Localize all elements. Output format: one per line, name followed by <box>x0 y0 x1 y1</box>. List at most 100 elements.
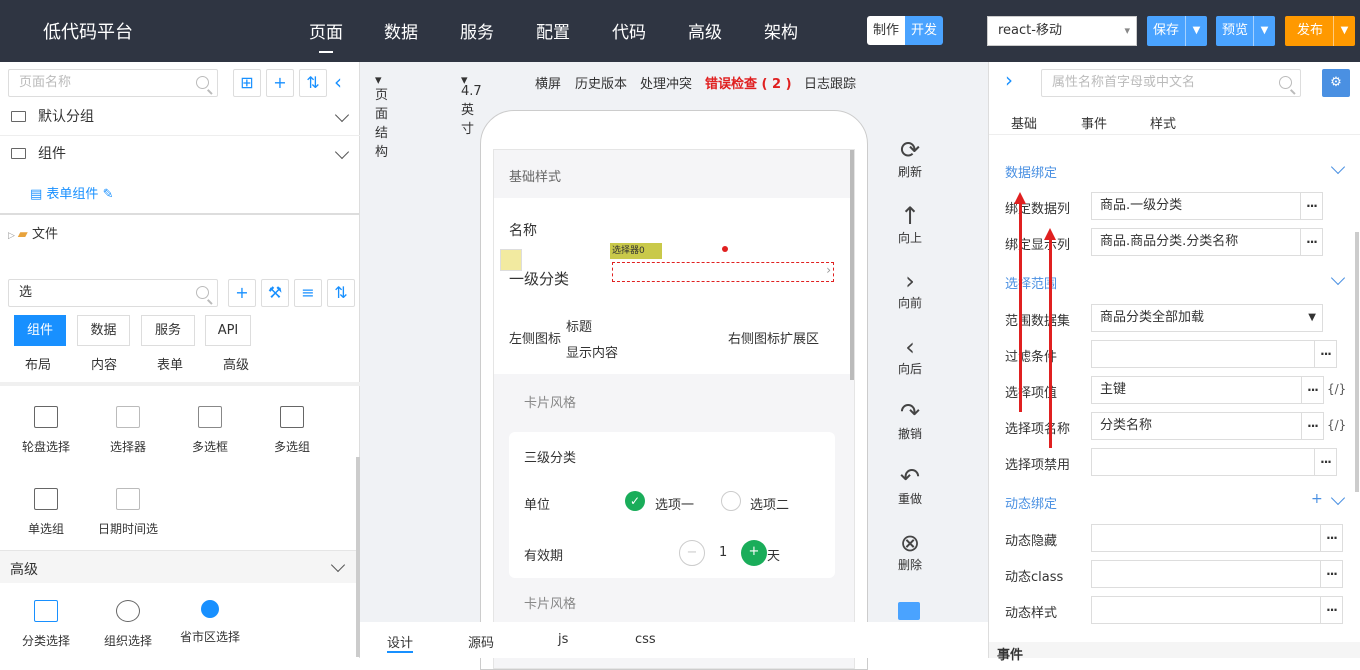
landscape-button[interactable]: 横屏 <box>535 73 561 92</box>
screen-size[interactable]: 4.7 英寸 ▾ <box>461 73 482 137</box>
dropdown-icon[interactable]: ▼ <box>1185 16 1207 46</box>
comp-checkbox[interactable]: 多选框 <box>172 406 248 455</box>
dyn-hide-field[interactable]: ... <box>1091 524 1343 552</box>
picker-tag[interactable]: 选择器0 <box>610 243 662 259</box>
more-icon[interactable]: ... <box>1320 561 1342 587</box>
redo-tool[interactable]: ↶ 重做 <box>890 464 930 507</box>
refresh-tool[interactable]: ⟳ 刷新 <box>890 137 930 180</box>
log-button[interactable]: 日志跟踪 <box>804 73 856 92</box>
edit-icon[interactable]: ✎ <box>98 187 114 202</box>
advanced-header[interactable]: 高级 <box>0 550 360 583</box>
group-default[interactable]: 默认分组 <box>0 99 360 136</box>
conflict-button[interactable]: 处理冲突 <box>640 73 692 92</box>
more-icon[interactable]: ... <box>1301 413 1323 439</box>
image-icon[interactable] <box>898 602 920 620</box>
item-name-field[interactable]: 分类名称... <box>1091 412 1324 440</box>
radio-unchecked-icon[interactable] <box>721 491 741 511</box>
file-tree-item[interactable]: ▷ ▰ 文件 <box>8 223 58 242</box>
group-components[interactable]: 组件 <box>0 136 360 173</box>
item-value-field[interactable]: 主键... <box>1091 376 1324 404</box>
save-button[interactable]: 保存 ▼ <box>1147 16 1207 46</box>
more-icon[interactable]: ... <box>1314 449 1336 475</box>
comp-datetime[interactable]: 日期时间选 <box>90 488 166 537</box>
preview-button[interactable]: 预览 ▼ <box>1216 16 1275 46</box>
cat-form[interactable]: 表单 <box>157 354 183 373</box>
minus-icon[interactable]: − <box>679 540 705 566</box>
show-col-field[interactable]: 商品.商品分类.分类名称... <box>1091 228 1323 256</box>
more-icon[interactable]: ... <box>1314 341 1336 367</box>
tab-events[interactable]: 事件 <box>1081 113 1107 132</box>
tab-css[interactable]: css <box>635 632 656 647</box>
list-sort-icon[interactable]: ≡ <box>294 279 322 307</box>
mode-dev[interactable]: 开发 <box>905 16 944 45</box>
selected-picker[interactable]: › <box>612 262 834 282</box>
item-disabled-field[interactable]: ... <box>1091 448 1337 476</box>
comp-radio-group[interactable]: 单选组 <box>8 488 84 537</box>
back-tool[interactable]: ‹ 向后 <box>890 334 930 377</box>
tab-services[interactable]: 服务 <box>141 315 195 346</box>
comp-org-select[interactable]: 组织选择 <box>90 600 166 649</box>
filter-field[interactable]: ... <box>1091 340 1337 368</box>
comp-wheel-select[interactable]: 轮盘选择 <box>8 406 84 455</box>
radio-checked-icon[interactable]: ✓ <box>625 491 645 511</box>
bind-col-field[interactable]: 商品.一级分类... <box>1091 192 1323 220</box>
tab-source[interactable]: 源码 <box>468 632 494 651</box>
chevron-down-icon[interactable] <box>1330 270 1346 286</box>
dropdown-icon[interactable]: ▼ <box>1333 16 1355 46</box>
add-component-icon[interactable]: + <box>228 279 256 307</box>
nav-code[interactable]: 代码 <box>612 18 646 43</box>
comp-category-select[interactable]: 分类选择 <box>8 600 84 649</box>
tab-styles[interactable]: 样式 <box>1150 113 1176 132</box>
cat-advanced[interactable]: 高级 <box>223 354 249 373</box>
publish-button[interactable]: 发布 ▼ <box>1285 16 1355 46</box>
dyn-style-field[interactable]: ... <box>1091 596 1343 624</box>
scrollbar[interactable] <box>850 150 854 380</box>
nav-service[interactable]: 服务 <box>460 18 494 43</box>
cat-content[interactable]: 内容 <box>91 354 117 373</box>
mode-make[interactable]: 制作 <box>867 16 906 45</box>
range-ds-select[interactable]: 商品分类全部加载 ▼ <box>1091 304 1323 332</box>
cat-layout[interactable]: 布局 <box>25 354 51 373</box>
more-icon[interactable]: ... <box>1320 597 1342 623</box>
comp-region-select[interactable]: 省市区选择 <box>172 600 248 645</box>
add-folder-icon[interactable]: ⊞ <box>233 69 261 97</box>
nav-advanced[interactable]: 高级 <box>688 18 722 43</box>
forward-tool[interactable]: › 向前 <box>890 268 930 311</box>
nav-architecture[interactable]: 架构 <box>764 18 798 43</box>
up-tool[interactable]: ↑ 向上 <box>890 203 930 246</box>
gear-icon[interactable]: ⚙ <box>1322 69 1350 97</box>
resize-handle[interactable] <box>722 246 728 252</box>
undo-tool[interactable]: ↷ 撤销 <box>890 399 930 442</box>
delete-tool[interactable]: ⊗ 删除 <box>890 530 930 573</box>
form-component-item[interactable]: ▤ 表单组件 ✎ <box>30 183 113 202</box>
expression-icon[interactable]: {/} <box>1327 418 1346 432</box>
tab-api[interactable]: API <box>205 315 251 346</box>
tab-components[interactable]: 组件 <box>14 315 66 346</box>
scrollbar[interactable] <box>1355 232 1359 492</box>
nav-config[interactable]: 配置 <box>536 18 570 43</box>
tab-design[interactable]: 设计 <box>387 632 414 653</box>
component-search-input[interactable]: 选 <box>8 279 218 307</box>
more-icon[interactable]: ... <box>1300 229 1322 255</box>
tab-js[interactable]: js <box>558 632 568 647</box>
more-icon[interactable]: ... <box>1300 193 1322 219</box>
target-select[interactable]: react-移动 ▾ <box>987 16 1137 46</box>
mode-toggle[interactable]: 制作 开发 <box>867 16 944 45</box>
collapse-left-icon[interactable]: ‹ <box>334 70 342 94</box>
error-check-button[interactable]: 错误检查 ( 2 ) <box>705 73 792 92</box>
chevron-down-icon[interactable] <box>1330 159 1346 175</box>
expression-icon[interactable]: {/} <box>1327 382 1346 396</box>
property-search-input[interactable]: 属性名称首字母或中文名 <box>1041 69 1301 97</box>
plus-icon[interactable]: + <box>741 540 767 566</box>
wrench-icon[interactable]: ⚒ <box>261 279 289 307</box>
events-section[interactable]: 事件 <box>989 642 1360 663</box>
comp-checkbox-group[interactable]: 多选组 <box>254 406 330 455</box>
collapse-right-icon[interactable]: › <box>1005 68 1013 92</box>
chevron-down-icon[interactable] <box>1330 490 1346 506</box>
page-structure[interactable]: 页面结构 ▾ <box>375 73 388 160</box>
dropdown-icon[interactable]: ▼ <box>1253 16 1275 46</box>
sort-icon[interactable]: ⇅ <box>299 69 327 97</box>
add-icon[interactable]: + <box>266 69 294 97</box>
dyn-class-field[interactable]: ... <box>1091 560 1343 588</box>
page-search-input[interactable]: 页面名称 <box>8 69 218 97</box>
